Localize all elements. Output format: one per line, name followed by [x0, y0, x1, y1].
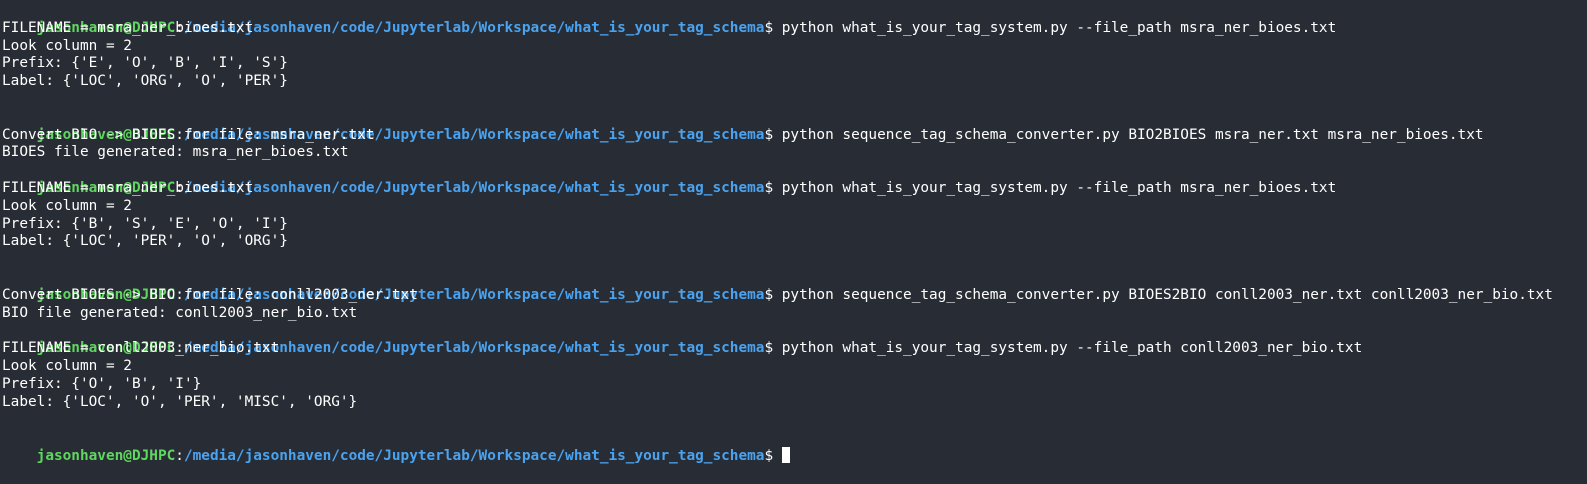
- output-line: Prefix: {'O', 'B', 'I'}: [2, 375, 202, 392]
- terminal-window[interactable]: jasonhaven@DJHPC:/media/jasonhaven/code/…: [0, 0, 1587, 464]
- output-line: Look column = 2: [2, 37, 132, 54]
- command-text: python what_is_your_tag_system.py --file…: [781, 19, 1337, 36]
- prompt-symbol: $: [764, 126, 782, 143]
- prompt-line: jasonhaven@DJHPC:/media/jasonhaven/code/…: [2, 2, 1587, 36]
- command-text: python sequence_tag_schema_converter.py …: [781, 126, 1484, 143]
- output-line: Look column = 2: [2, 357, 132, 374]
- output-line: Label: {'LOC', 'O', 'PER', 'MISC', 'ORG'…: [2, 393, 358, 410]
- prompt-path: /media/jasonhaven/code/Jupyterlab/Worksp…: [183, 179, 765, 196]
- output-line: Label: {'LOC', 'ORG', 'O', 'PER'}: [2, 73, 288, 90]
- prompt-symbol: $: [764, 179, 782, 196]
- prompt-line: jasonhaven@DJHPC:/media/jasonhaven/code/…: [2, 269, 1587, 303]
- active-prompt-line[interactable]: jasonhaven@DJHPC:/media/jasonhaven/code/…: [2, 429, 1587, 464]
- output-line: BIOES file generated: msra_ner_bioes.txt: [2, 144, 349, 161]
- text-cursor[interactable]: [781, 446, 790, 463]
- command-text: python what_is_your_tag_system.py --file…: [781, 179, 1337, 196]
- prompt-symbol: $: [764, 340, 782, 357]
- output-line: Look column = 2: [2, 197, 132, 214]
- prompt-symbol: $: [764, 19, 782, 36]
- command-text: python sequence_tag_schema_converter.py …: [781, 286, 1553, 303]
- prompt-line: jasonhaven@DJHPC:/media/jasonhaven/code/…: [2, 109, 1587, 143]
- prompt-symbol: $: [764, 286, 782, 303]
- output-line: Prefix: {'E', 'O', 'B', 'I', 'S'}: [2, 55, 288, 72]
- output-line: Label: {'LOC', 'PER', 'O', 'ORG'}: [2, 233, 288, 250]
- prompt-path: /media/jasonhaven/code/Jupyterlab/Worksp…: [183, 19, 765, 36]
- prompt-line: jasonhaven@DJHPC:/media/jasonhaven/code/…: [2, 162, 1587, 196]
- output-line: BIO file generated: conll2003_ner_bio.tx…: [2, 304, 358, 321]
- output-line: Prefix: {'B', 'S', 'E', 'O', 'I'}: [2, 215, 288, 232]
- prompt-symbol: $: [764, 447, 782, 464]
- command-text: python what_is_your_tag_system.py --file…: [781, 340, 1363, 357]
- prompt-line: jasonhaven@DJHPC:/media/jasonhaven/code/…: [2, 322, 1587, 356]
- prompt-colon: :: [175, 447, 184, 464]
- prompt-user-host: jasonhaven@DJHPC: [36, 447, 176, 464]
- prompt-path: /media/jasonhaven/code/Jupyterlab/Worksp…: [183, 447, 765, 464]
